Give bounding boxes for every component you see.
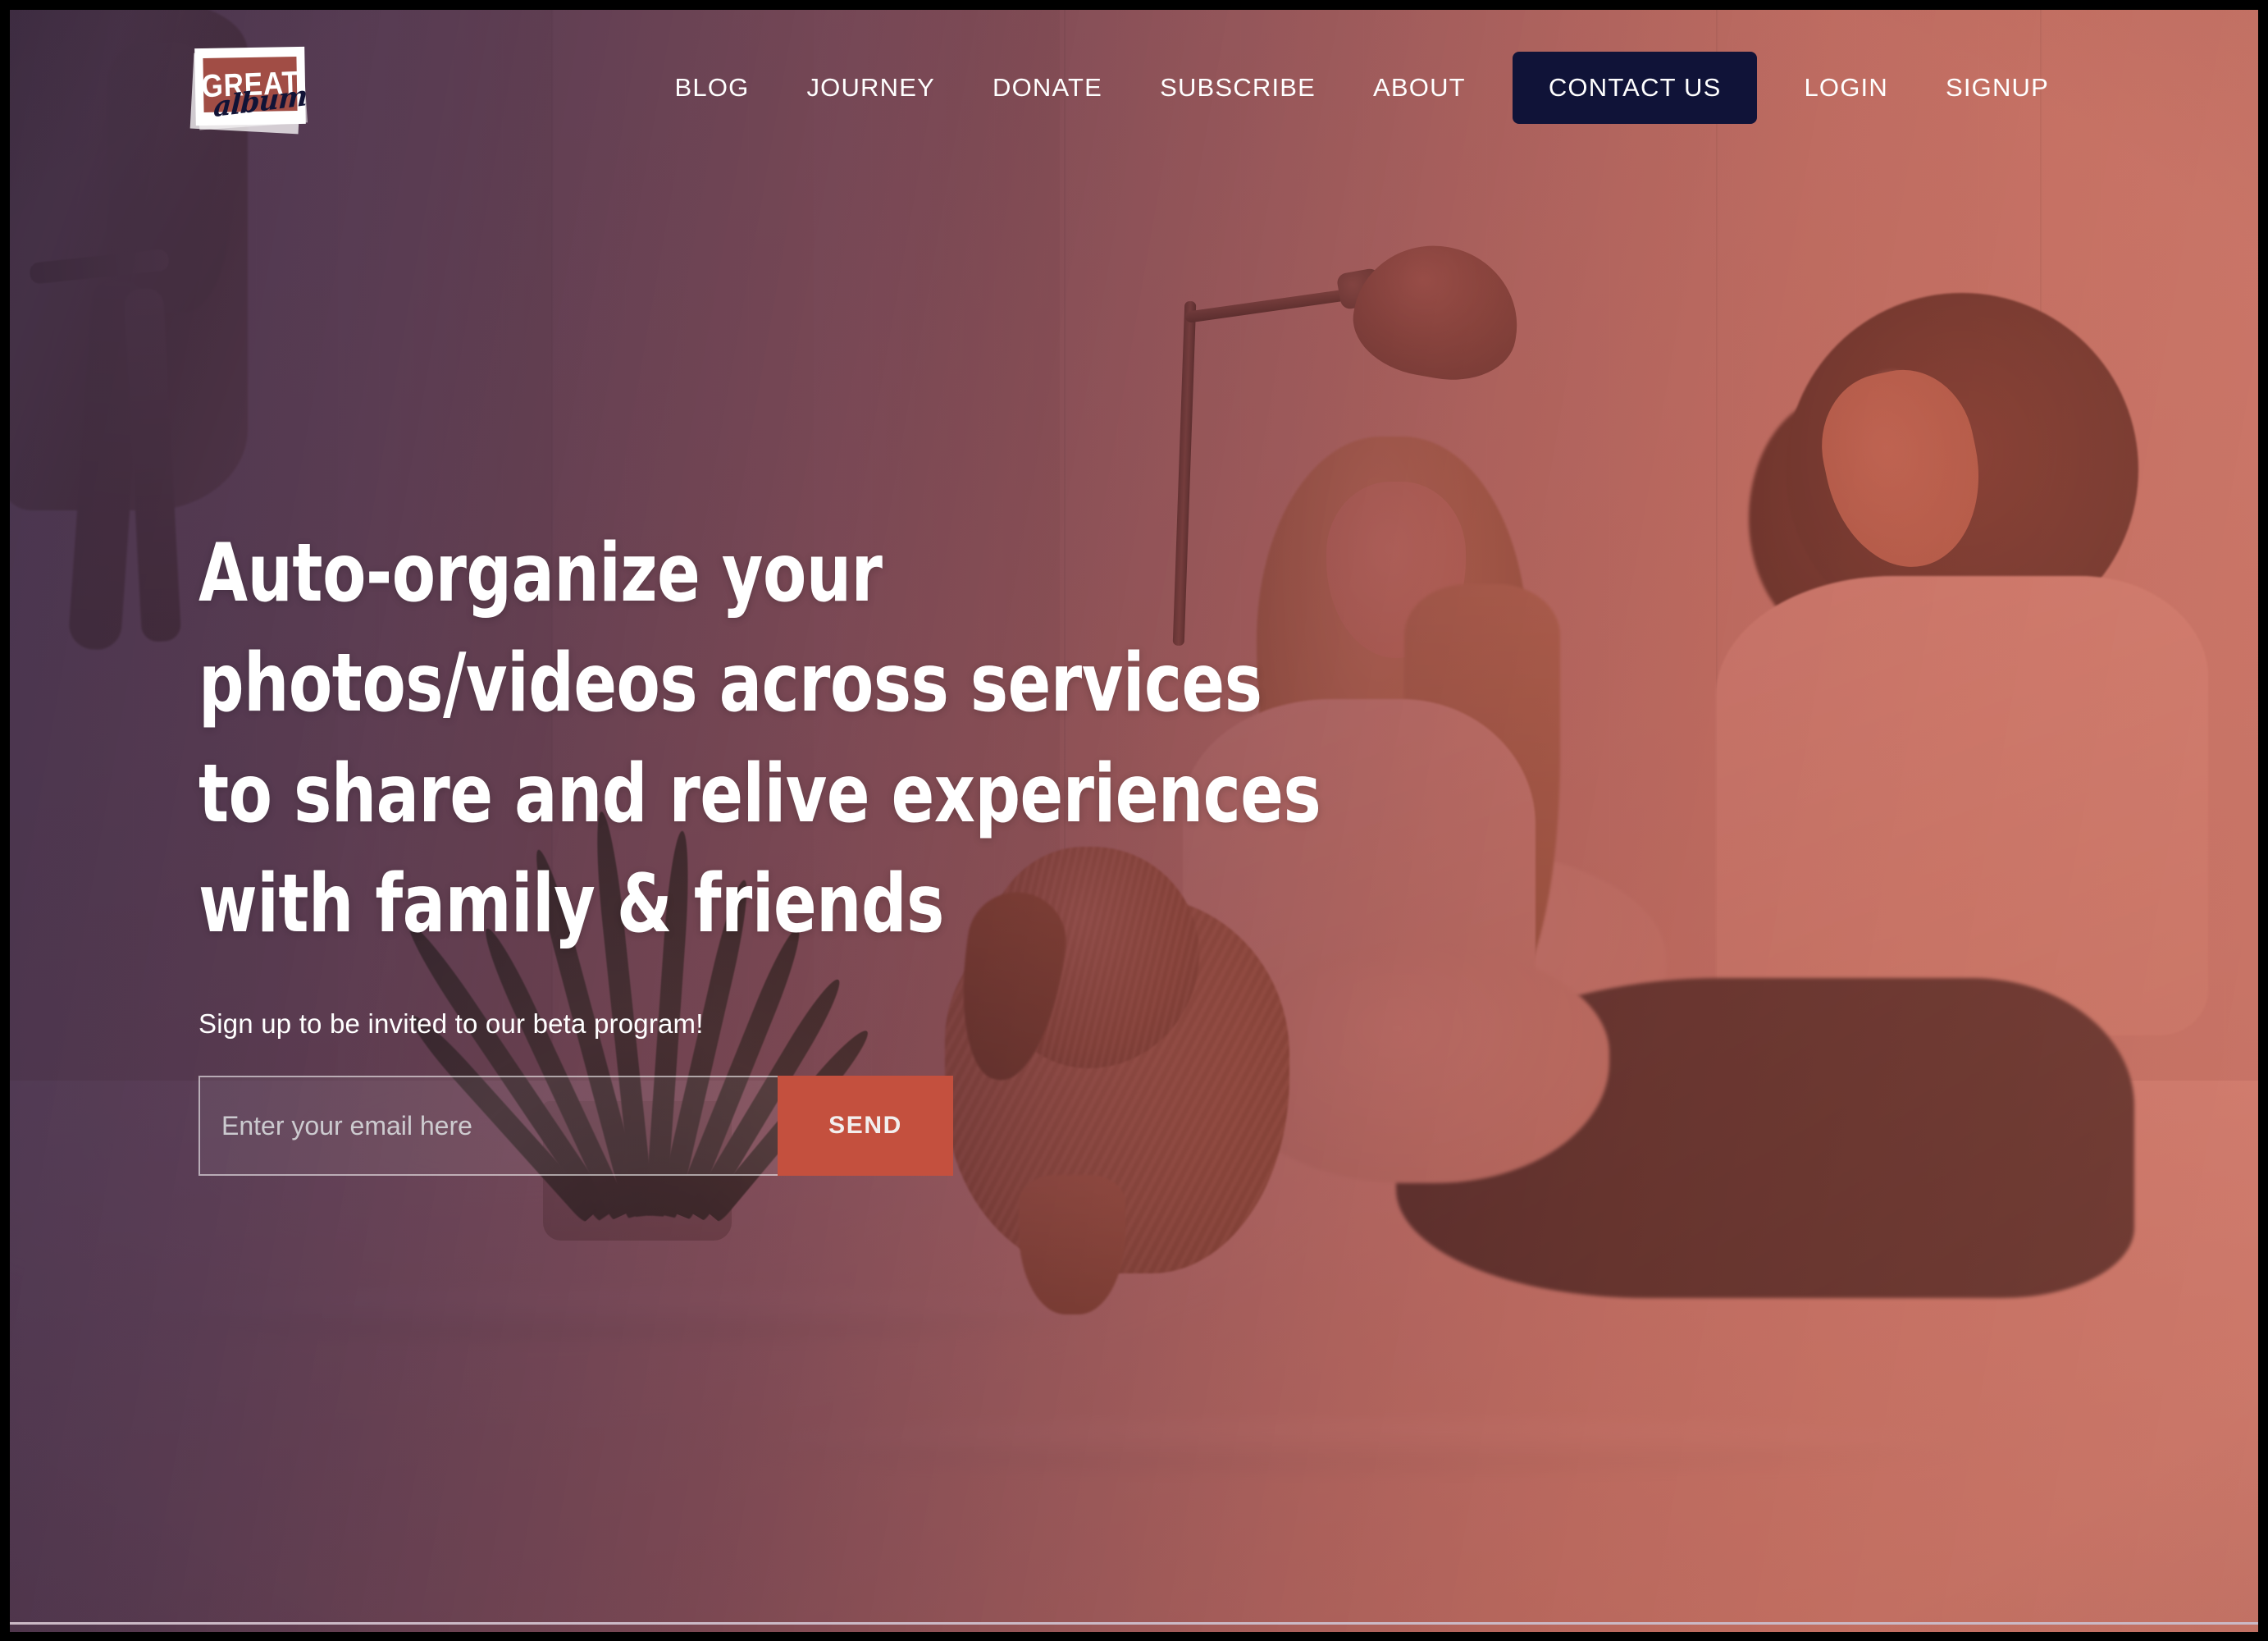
send-button[interactable]: SEND: [778, 1076, 953, 1176]
hero-section: Auto-organize your photos/videos across …: [199, 519, 1478, 1176]
email-input[interactable]: [199, 1076, 778, 1176]
hero-heading: Auto-organize your photos/videos across …: [199, 527, 1321, 951]
nav-link-subscribe[interactable]: SUBSCRIBE: [1131, 73, 1344, 103]
nav-link-donate[interactable]: DONATE: [964, 73, 1131, 103]
site-header: GREAT album BLOG JOURNEY DONATE SUBSCRIB…: [10, 10, 2258, 166]
browser-frame: GREAT album BLOG JOURNEY DONATE SUBSCRIB…: [0, 0, 2268, 1641]
page-viewport: GREAT album BLOG JOURNEY DONATE SUBSCRIB…: [10, 10, 2258, 1632]
main-navigation: BLOG JOURNEY DONATE SUBSCRIBE ABOUT CONT…: [10, 10, 2258, 166]
nav-link-journey[interactable]: JOURNEY: [778, 73, 964, 103]
nav-link-login[interactable]: LOGIN: [1775, 73, 1916, 103]
hero-subheading: Sign up to be invited to our beta progra…: [199, 1008, 704, 1039]
beta-signup-form: SEND: [199, 1076, 953, 1176]
contact-us-button[interactable]: CONTACT US: [1512, 52, 1758, 124]
nav-link-blog[interactable]: BLOG: [646, 73, 778, 103]
nav-link-signup[interactable]: SIGNUP: [1917, 73, 2078, 103]
nav-link-about[interactable]: ABOUT: [1344, 73, 1495, 103]
page-bottom-edge: [10, 1622, 2258, 1625]
